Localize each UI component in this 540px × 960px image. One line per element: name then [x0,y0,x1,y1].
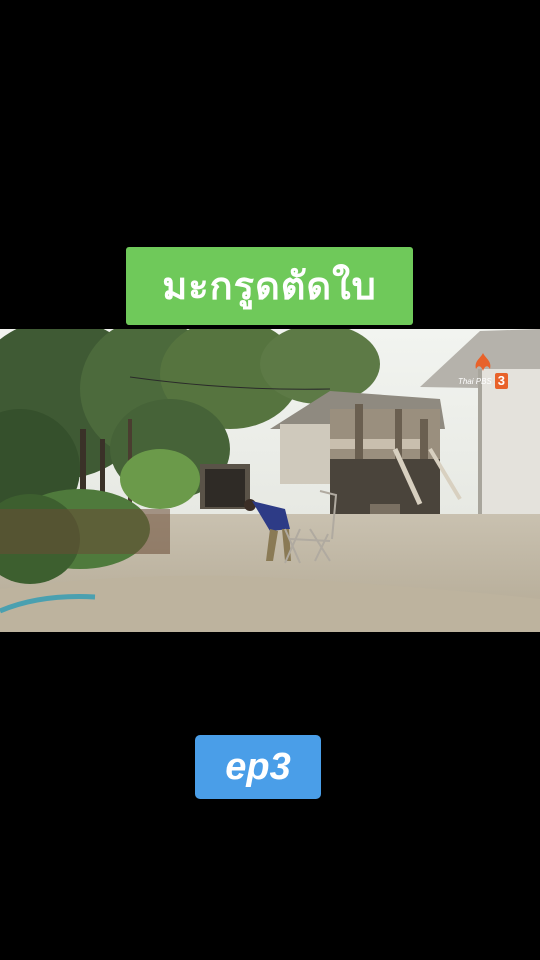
thai-pbs-flame-icon [475,353,491,371]
channel-number: 3 [494,373,508,389]
channel-name: Thai PBS [457,376,492,386]
title-banner: มะกรูดตัดใบ [126,247,413,325]
episode-badge: ep3 [195,735,321,799]
channel-logo: Thai PBS 3 [458,351,508,389]
episode-label: ep3 [225,746,291,788]
title-text: มะกรูดตัดใบ [162,264,377,308]
video-frame[interactable]: Thai PBS 3 [0,329,540,632]
